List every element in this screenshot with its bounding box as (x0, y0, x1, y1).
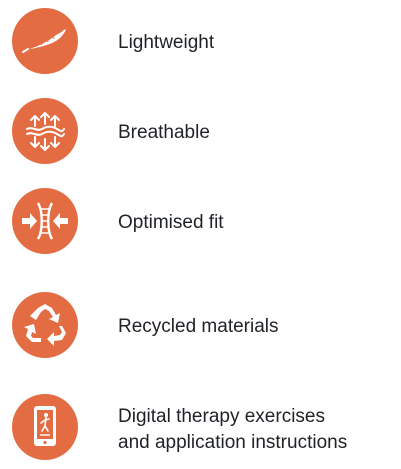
feature-label-optimised-fit: Optimised fit (118, 212, 224, 233)
feature-label-lightweight: Lightweight (118, 32, 215, 53)
optimised-fit-icon (12, 188, 78, 254)
breathable-arrows-icon (12, 98, 78, 164)
feature-item-breathable: Breathable (0, 96, 401, 166)
recycle-icon (12, 292, 78, 358)
feather-icon (12, 8, 78, 74)
feature-label-breathable: Breathable (118, 122, 210, 143)
smartphone-exercise-icon (12, 394, 78, 460)
feature-item-digital-therapy: Digital therapy exercises and applicatio… (0, 394, 401, 466)
feature-label-recycled-materials: Recycled materials (118, 316, 279, 337)
feature-item-recycled-materials: Recycled materials (0, 290, 401, 360)
feature-label-digital-therapy-line1: Digital therapy exercises (118, 406, 325, 427)
feature-label-digital-therapy-line2: and application instructions (118, 432, 348, 453)
feature-item-lightweight: Lightweight (0, 6, 401, 76)
feature-list: Lightweight Breathable Optimised fit Rec… (0, 0, 401, 469)
feature-item-optimised-fit: Optimised fit (0, 186, 401, 256)
